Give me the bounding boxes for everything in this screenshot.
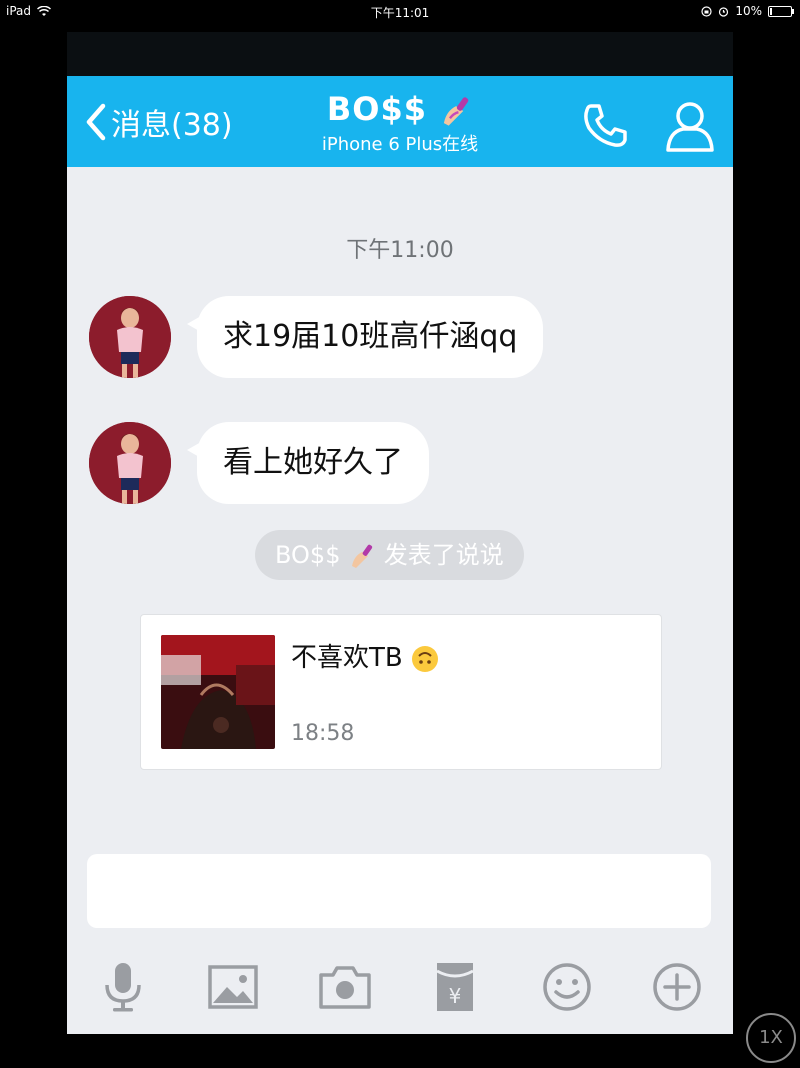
nav-bar: 消息(38) BO$$ iPhone 6 Plus在线 — [67, 76, 733, 167]
notice-name: BO$$ — [275, 541, 341, 569]
message-bubble[interactable]: 看上她好久了 — [187, 422, 429, 504]
zoom-button[interactable]: 1X — [746, 1013, 796, 1063]
chat-app: 消息(38) BO$$ iPhone 6 Plus在线 下午11:00 求19届… — [67, 32, 733, 1034]
input-toolbar: ¥ — [67, 937, 733, 1034]
post-text: 不喜欢TB — [291, 643, 403, 673]
image-icon — [208, 965, 258, 1009]
contact-header[interactable]: BO$$ iPhone 6 Plus在线 — [67, 90, 733, 156]
phone-call-icon[interactable] — [577, 98, 633, 154]
upside-down-face-emoji-icon — [412, 645, 438, 672]
message-input[interactable] — [87, 854, 711, 928]
status-bar: iPad 下午11:01 10% — [0, 0, 800, 22]
notice-action: 发表了说说 — [383, 541, 504, 569]
nail-polish-emoji-icon — [352, 544, 373, 568]
status-time: 下午11:01 — [370, 6, 430, 20]
avatar[interactable] — [89, 422, 171, 504]
chat-timestamp: 下午11:00 — [346, 238, 454, 263]
more-button[interactable] — [649, 959, 705, 1015]
contact-name: BO$$ — [326, 90, 427, 128]
red-packet-icon: ¥ — [436, 963, 474, 1011]
battery-icon — [768, 5, 794, 17]
phone-status-band — [67, 32, 733, 76]
nail-polish-emoji-icon — [443, 97, 469, 126]
avatar-illustration-icon — [89, 422, 171, 504]
emoji-icon — [543, 963, 591, 1011]
online-status: iPhone 6 Plus在线 — [321, 134, 479, 155]
alarm-icon — [719, 6, 729, 17]
avatar-illustration-icon — [89, 296, 171, 378]
battery-percent: 10% — [735, 4, 762, 18]
emoji-button[interactable] — [539, 959, 595, 1015]
voice-button[interactable] — [95, 959, 151, 1015]
camera-button[interactable] — [317, 959, 373, 1015]
camera-icon — [319, 966, 371, 1009]
message-bubble[interactable]: 求19届10班高仟涵qq — [186, 296, 544, 378]
post-thumbnail — [161, 635, 275, 749]
post-time: 18:58 — [291, 721, 355, 746]
image-button[interactable] — [205, 959, 261, 1015]
rotation-lock-icon — [701, 5, 712, 17]
system-notice[interactable]: BO$$ 发表了说说 — [255, 530, 524, 580]
avatar[interactable] — [89, 296, 171, 378]
message-text: 求19届10班高仟涵qq — [223, 319, 518, 354]
svg-text:¥: ¥ — [449, 984, 462, 1008]
post-photo-icon — [161, 635, 275, 749]
microphone-icon — [105, 963, 141, 1012]
post-card[interactable]: 不喜欢TB 18:58 — [140, 614, 662, 770]
message-text: 看上她好久了 — [223, 445, 403, 480]
profile-icon[interactable] — [663, 98, 717, 154]
plus-icon — [653, 963, 701, 1011]
red-packet-button[interactable]: ¥ — [427, 959, 483, 1015]
